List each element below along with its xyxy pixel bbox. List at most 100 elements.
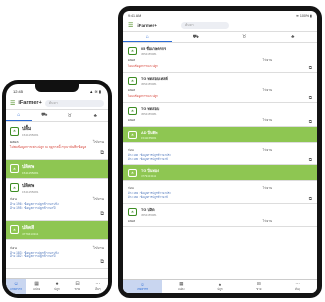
area-unit: ไร่/งาน [262,58,272,62]
status-time: 12:45 [13,89,24,94]
farmer-name: ปลื้ม [22,127,32,132]
nav-plot[interactable]: ▦ แปลง [26,279,46,294]
tab-cow[interactable]: ♉ [57,110,83,121]
farmer-logo-icon: ☘ [128,131,137,139]
nav-label: แปลง [177,287,185,291]
area-label: ผลผล [128,58,136,62]
farmer-id: 4554155081 [141,52,157,56]
farmer-row: ☘ TG ทดสอบ 4554155081 [128,106,312,116]
tab-sprout[interactable]: ♣ [83,110,109,121]
farmer-logo-icon: ☘ [10,126,19,136]
farmer-id: 4554155081 [141,82,157,86]
nav-sale[interactable]: ⊟ ขาย [239,280,278,293]
farmer-name: ปลิดพ [22,183,35,189]
search-input[interactable]: ค้นหา [44,99,104,107]
farmer-id: 1541155081 [22,170,39,175]
area-label: ก่อน [10,245,17,250]
nav-plant[interactable]: ♠ ปลูก [201,280,240,293]
farmer-info: ปลิดสี 4779413111 [22,224,38,236]
list-item[interactable]: ☘ ปลิดพ 1541155081 ก่อน ไร่/งาน อ้าง 196 : ข้… [6,179,108,221]
tab-cow[interactable]: ♉ [220,32,269,42]
nav-label: ขาย [74,287,81,291]
app-header: ☰ iFarmer+ ค้นหา [123,20,317,32]
open-external-icon[interactable]: ⧉ [10,150,104,156]
farmer-row: ☘ ปลื้ม 1541155081 [10,125,104,137]
area-unit: ไร่/งาน [262,148,272,152]
list-item[interactable]: ☘ TG ปิ่นทอง 4779413111 [123,165,317,182]
crop-records[interactable]: อ้าง 183 : ข้อมูลการปลูกข้าวนาปรัง อ้าง … [10,251,104,260]
farmer-logo-icon: ☘ [10,225,19,235]
farmer-list: ☘ 05 ชื่อเกษตรกร 4554155081 ผลผล ไร่/งาน ไม่พ… [123,43,317,227]
tab-sprout[interactable]: ♣ [269,32,318,42]
open-external-icon[interactable]: ⧉ [10,211,104,217]
area-row: ผลผล ไร่/งาน [128,58,312,63]
farmer-info: ปลิดพ 1541155081 [22,182,38,194]
open-external-icon[interactable]: ⧉ [10,259,104,265]
farmer-info: TG ปิ่นทอง 4779413111 [141,168,159,178]
list-item[interactable]: ☘ ปลิดพ 1541155081 [6,159,108,179]
area-label: ก่อน [10,196,17,201]
phone-screen: 12:45 ▲ ≋ ▮ ☰ iFarmer+ ค้นหา ⌂ ⛟ ♉ ♣ ☘ ปลื้ม… [6,84,108,294]
farmer-row: ☘ TG ปิ่นทอง 4779413111 [128,168,312,178]
nav-plant[interactable]: ♠ ปลูก [47,279,67,294]
home-icon: ⌂ [17,112,21,118]
list-item[interactable]: ☘ 05 ชื่อเกษตรกร 4554155081 ผลผล ไร่/งาน ไม่พ… [123,43,317,73]
tab-tractor[interactable]: ⛟ [32,110,58,121]
app-brand: iFarmer+ [137,23,157,28]
nav-farmer[interactable]: ☺ เกษตรกร [123,280,162,293]
farmer-id: 1541155081 [22,133,39,137]
tab-tractor[interactable]: ⛟ [172,32,221,42]
home-icon: ⌂ [145,33,149,40]
tab-bar: ⌂ ⛟ ♉ ♣ [6,110,108,122]
farmer-name: ปลิดพ [22,164,35,170]
nav-plot[interactable]: ▦ แปลง [162,280,201,293]
status-icons: ≋ 100% ▮ [295,13,312,18]
crop-records[interactable]: อ้าง 196 : ข้อมูลการปลูกข้าวนาปรัง อ้าง … [10,202,104,211]
tab-home[interactable]: ⌂ [6,110,32,121]
farmer-info: 05 ชื่อเกษตรกร 4554155081 [141,46,166,56]
farmer-logo-icon: ☘ [128,47,137,55]
status-time: 9:41 AM [128,13,142,18]
list-item[interactable]: ☘ TG ทดสอบ 4554155081 ผลผล ไร่/งาน ⧉ [123,103,317,127]
area-row: ผลผล ไร่/งาน [128,88,312,93]
sprout-icon: ♣ [291,34,295,40]
list-item[interactable]: ก่อน ไร่/งาน อ้าง 196 : ข้อมูลการปลูกข้าวน… [123,143,317,166]
farmer-id: 4554155081 [141,112,157,116]
open-external-icon[interactable]: ⧉ [128,119,312,124]
farmer-id: 1541155081 [141,136,157,140]
list-item[interactable]: ก่อน ไร่/งาน อ้าง 183 : ข้อมูลการปลูกข้าวน… [123,181,317,204]
farmer-logo-icon: ☘ [10,164,19,174]
farmer-name: ปลิดสี [22,225,35,231]
tablet-screen: 9:41 AM ≋ 100% ▮ ☰ iFarmer+ ค้นหา ⌂ ⛟ ♉ ♣ ☘… [123,11,317,293]
area-label: ผลผล [128,218,136,223]
list-item[interactable]: ☘ ปลื้ม 1541155081 ผลผล ไร่/งาน ไม่พบข้อมูลกา… [6,122,108,160]
nav-farmer[interactable]: ☺ เกษตรกร [6,279,27,294]
area-label: ผลผล [128,118,136,122]
list-item[interactable]: ☘ AD ปิ่นทิพ 1541155081 [123,127,317,143]
nav-label: อื่นๆ [95,287,101,291]
list-item[interactable]: ☘ ปลิดสี 4779413111 [6,220,108,240]
cow-icon: ♉ [242,34,247,40]
farmer-row: ☘ ปลิดพ 1541155081 [10,163,104,175]
farmer-list: ☘ ปลื้ม 1541155081 ผลผล ไร่/งาน ไม่พบข้อมูลกา… [6,122,108,270]
nav-more[interactable]: ⋯ อื่นๆ [278,280,317,293]
nav-label: อื่นๆ [295,287,301,291]
area-unit: ไร่/งาน [262,218,272,223]
list-item[interactable]: ก่อน ไร่/งาน อ้าง 183 : ข้อมูลการปลูกข้าวน… [6,240,108,270]
nav-label: เกษตรกร [136,286,148,291]
cow-icon: ♉ [67,112,72,119]
tab-home[interactable]: ⌂ [123,32,172,42]
menu-icon[interactable]: ☰ [128,22,133,29]
nav-label: แปลง [33,287,41,291]
farmer-info: AD ปิ่นทิพ 1541155081 [141,130,158,140]
nav-more[interactable]: ⋯ อื่นๆ [88,279,108,294]
bottom-nav: ☺ เกษตรกร ▦ แปลง ♠ ปลูก ⊟ ขาย ⋯ อื่นๆ [6,278,108,294]
menu-icon[interactable]: ☰ [10,100,15,107]
nav-sale[interactable]: ⊟ ขาย [67,279,87,294]
list-item[interactable]: ☘ TG ทดสอบเทสต์ 4554155081 ผลผล ไร่/งาน ไม่พบ… [123,73,317,103]
area-row: ก่อน ไร่/งาน [10,196,104,202]
app-brand: iFarmer+ [18,100,42,106]
search-input[interactable]: ค้นหา [180,22,229,29]
list-item[interactable]: ☘ TG ปลิด 4554155081 ผลผล ไร่/งาน [123,204,317,227]
tab-bar: ⌂ ⛟ ♉ ♣ [123,32,317,43]
